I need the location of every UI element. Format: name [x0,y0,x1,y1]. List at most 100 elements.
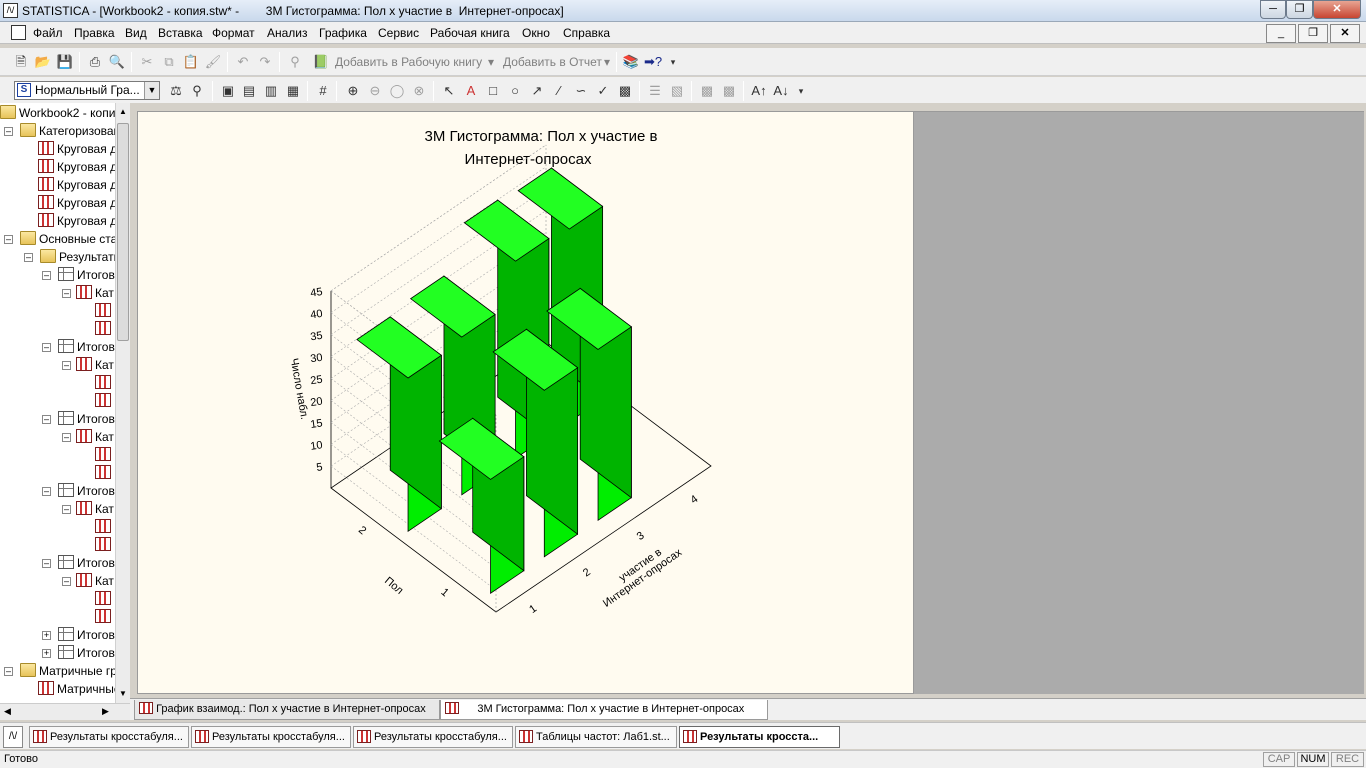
graph-options-icon[interactable]: ⚖ [167,82,185,100]
add-workbook-dropdown-icon[interactable]: ▾ [488,55,494,69]
tree-folder-basic-stats[interactable]: Основные статистики [20,230,129,248]
menu-analysis[interactable]: Анализ [267,26,308,40]
histogram-bar[interactable] [438,417,525,595]
tree-graph-leaf[interactable] [95,320,114,338]
lock-icon[interactable]: ▩ [616,82,634,100]
minimize-button[interactable]: ─ [1260,0,1286,19]
scroll-thumb[interactable] [117,123,129,341]
tree-cat[interactable]: Кат [76,500,114,518]
tree-graph-leaf[interactable] [95,392,114,410]
tree-graph-leaf[interactable] [95,374,114,392]
collapse-icon[interactable]: – [62,505,71,514]
grid-icon[interactable]: # [314,82,332,100]
tab-3d-histogram[interactable]: 3M Гистограмма: Пол x участие в Интернет… [440,700,768,720]
scroll-right-icon[interactable]: ▶ [102,706,109,717]
collapse-icon[interactable]: – [4,235,13,244]
line-plot-icon[interactable]: ▤ [240,82,258,100]
tree-cat[interactable]: Кат [76,284,114,302]
menu-edit[interactable]: Правка [74,26,115,40]
brush-icon[interactable]: ▥ [262,82,280,100]
add-to-workbook-button[interactable]: Добавить в Рабочую книгу [335,55,482,69]
bring-front-icon[interactable]: ▩ [698,82,716,100]
tree-graph-leaf[interactable] [95,302,114,320]
3d-histogram-chart[interactable]: 3М Гистограмма: Пол x участие в Интернет… [138,112,915,695]
tree-graph-leaf[interactable] [95,464,114,482]
undo-icon[interactable]: ↶ [234,53,252,71]
select-graph-icon[interactable]: ▣ [219,82,237,100]
copy-icon[interactable]: ⧉ [160,53,178,71]
redo-icon[interactable]: ↷ [256,53,274,71]
ellipse-tool-icon[interactable]: ○ [506,82,524,100]
workbook-system-icon[interactable] [11,25,26,40]
add-report-dropdown-icon[interactable]: ▾ [604,55,610,69]
collapse-icon[interactable]: – [24,253,33,262]
menu-window[interactable]: Окно [522,26,550,40]
align-icon[interactable]: ☰ [646,82,664,100]
tree-folder-categorized[interactable]: Категоризованные [20,122,129,140]
tree-graph-leaf[interactable] [95,590,114,608]
fit-icon[interactable]: ▦ [284,82,302,100]
tree-graph-leaf[interactable] [95,536,114,554]
mdi-close-button[interactable]: ✕ [1330,24,1360,43]
expand-icon[interactable]: + [42,631,51,640]
collapse-icon[interactable]: – [42,415,51,424]
save-icon[interactable]: 💾 [56,53,74,71]
add-to-report-button[interactable]: Добавить в Отчет [503,55,602,69]
freehand-tool-icon[interactable]: ∽ [572,82,590,100]
restore-button[interactable]: ❐ [1286,0,1313,19]
help-pointer-icon[interactable]: ➡? [644,53,662,71]
toolbar-options-icon[interactable]: ▾ [664,53,682,71]
mdi-minimize-button[interactable]: _ [1266,24,1296,43]
collapse-icon[interactable]: – [62,577,71,586]
scroll-down-icon[interactable]: ▼ [119,689,127,698]
collapse-icon[interactable]: – [42,487,51,496]
tree-cat[interactable]: Кат [76,572,114,590]
tree-pie-item[interactable]: Круговая д [38,140,117,158]
arrow-tool-icon[interactable]: ↗ [528,82,546,100]
tree-horizontal-scrollbar[interactable]: ◀ ▶ [0,703,130,720]
tree-cat[interactable]: Кат [76,356,114,374]
tab-interaction-plot[interactable]: График взаимод.: Пол x участие в Интерне… [134,700,440,720]
send-back-icon[interactable]: ▩ [720,82,738,100]
collapse-icon[interactable]: – [42,343,51,352]
mdi-restore-button[interactable]: ❐ [1298,24,1328,43]
window-item[interactable]: Результаты кросстабуля... [29,726,189,748]
menu-tools[interactable]: Сервис [378,26,419,40]
collapse-icon[interactable]: – [4,667,13,676]
scroll-left-icon[interactable]: ◀ [4,706,11,717]
zoom-reset-icon[interactable]: ⊗ [410,82,428,100]
toolbar2-options-icon[interactable]: ▾ [792,82,810,100]
format-painter-icon[interactable]: 🖌 [204,53,222,71]
distribute-icon[interactable]: ▧ [668,82,686,100]
close-button[interactable]: ✕ [1313,0,1361,19]
print-preview-icon[interactable]: 🔍 [108,53,126,71]
zoom-out-icon[interactable]: ⊖ [366,82,384,100]
menu-help[interactable]: Справка [563,26,610,40]
text-tool-icon[interactable]: A [462,82,480,100]
collapse-icon[interactable]: – [62,289,71,298]
collapse-icon[interactable]: – [42,271,51,280]
window-item[interactable]: Результаты кросстабуля... [191,726,351,748]
graph-style-combo[interactable]: S Нормальный Гра... ▼ [14,81,160,100]
scroll-up-icon[interactable]: ▲ [119,107,127,116]
print-icon[interactable]: ⎙ [86,53,104,71]
tree-pie-item[interactable]: Круговая д [38,212,117,230]
menu-workbook[interactable]: Рабочая книга [430,26,510,40]
open-icon[interactable]: 📂 [34,53,52,71]
pointer-icon[interactable]: ↖ [440,82,458,100]
tree-pie-item[interactable]: Круговая д [38,176,117,194]
cut-icon[interactable]: ✂ [138,53,156,71]
tree-graph-leaf[interactable] [95,608,114,626]
find-icon[interactable]: ⚲ [286,53,304,71]
expand-icon[interactable]: + [42,649,51,658]
collapse-icon[interactable]: – [42,559,51,568]
tree-folder-results[interactable]: Результаты [40,248,122,266]
zoom-in-icon[interactable]: ⊕ [344,82,362,100]
font-decrease-icon[interactable]: A↓ [772,82,790,100]
statistica-icon[interactable]: /\/ [3,3,18,18]
tree-graph-leaf[interactable] [95,518,114,536]
histogram-bar[interactable] [356,316,443,533]
collapse-icon[interactable]: – [62,433,71,442]
menu-format[interactable]: Формат [212,26,255,40]
rectangle-tool-icon[interactable]: □ [484,82,502,100]
